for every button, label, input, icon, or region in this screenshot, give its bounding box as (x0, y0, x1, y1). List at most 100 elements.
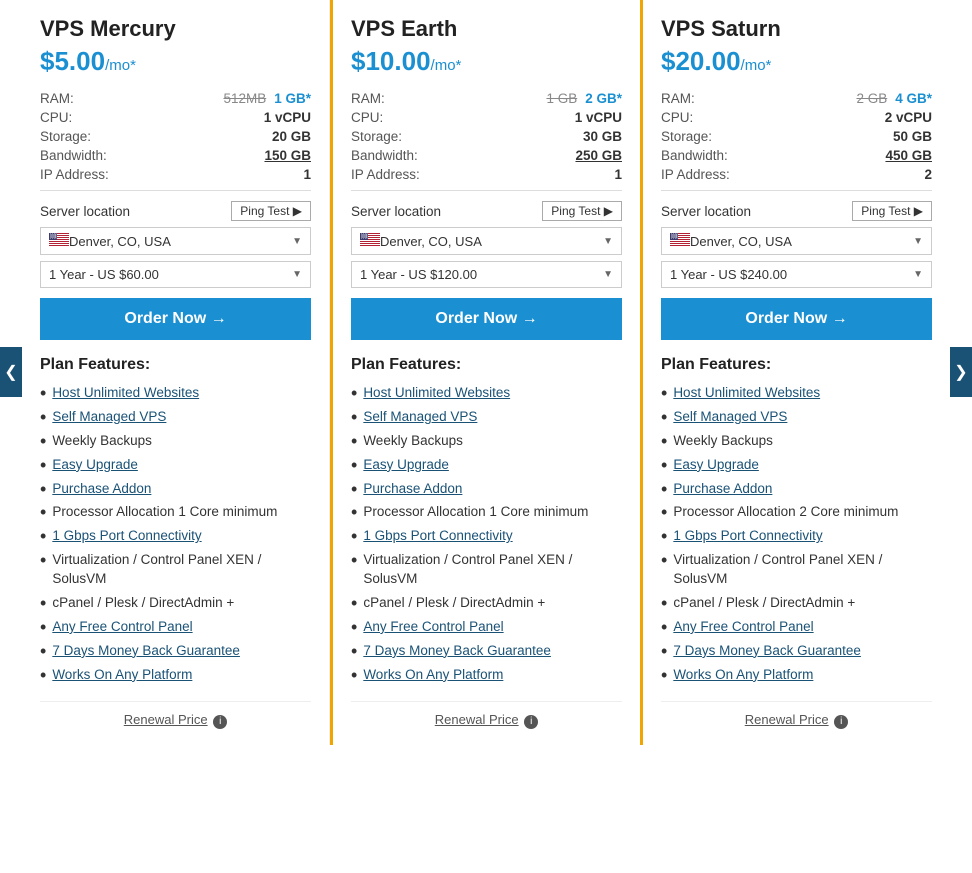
feature-item-mercury-2: • Weekly Backups (40, 432, 311, 451)
spec-label-ip-saturn: IP Address: (661, 167, 730, 182)
spec-ram-new-saturn: 4 GB* (895, 91, 932, 106)
feature-item-mercury-0: • Host Unlimited Websites (40, 384, 311, 403)
spec-value-ip-earth: 1 (614, 167, 622, 182)
feature-bullet-mercury-3: • (40, 456, 46, 474)
order-btn-mercury[interactable]: Order Now → (40, 298, 311, 340)
spec-label-cpu-earth: CPU: (351, 110, 383, 125)
feature-bullet-earth-6: • (351, 527, 357, 545)
feature-bullet-saturn-9: • (661, 618, 667, 636)
feature-link-saturn-10[interactable]: 7 Days Money Back Guarantee (673, 642, 861, 661)
feature-link-earth-10[interactable]: 7 Days Money Back Guarantee (363, 642, 551, 661)
feature-bullet-earth-8: • (351, 594, 357, 612)
feature-text-earth-7: Virtualization / Control Panel XEN / Sol… (363, 551, 622, 589)
feature-link-earth-9[interactable]: Any Free Control Panel (363, 618, 503, 637)
order-btn-earth[interactable]: Order Now → (351, 298, 622, 340)
feature-bullet-mercury-4: • (40, 480, 46, 498)
feature-link-earth-11[interactable]: Works On Any Platform (363, 666, 503, 685)
feature-link-saturn-6[interactable]: 1 Gbps Port Connectivity (673, 527, 822, 546)
spec-label-ip-mercury: IP Address: (40, 167, 109, 182)
ping-test-btn-mercury[interactable]: Ping Test ▶ (231, 201, 311, 221)
feature-item-earth-8: • cPanel / Plesk / DirectAdmin + (351, 594, 622, 613)
feature-item-mercury-3: • Easy Upgrade (40, 456, 311, 475)
spec-label-ip-earth: IP Address: (351, 167, 420, 182)
feature-link-earth-4[interactable]: Purchase Addon (363, 480, 462, 499)
spec-ip-earth: IP Address: 1 (351, 167, 622, 182)
billing-select-mercury[interactable]: 1 Year - US $60.00 ▼ (40, 261, 311, 288)
feature-bullet-mercury-5: • (40, 503, 46, 521)
spec-storage-mercury: Storage: 20 GB (40, 129, 311, 144)
billing-arrow-saturn: ▼ (913, 269, 923, 280)
server-location-label-mercury: Server location (40, 204, 130, 219)
feature-link-saturn-11[interactable]: Works On Any Platform (673, 666, 813, 685)
feature-link-mercury-11[interactable]: Works On Any Platform (52, 666, 192, 685)
feature-link-saturn-0[interactable]: Host Unlimited Websites (673, 384, 820, 403)
renewal-link-earth[interactable]: Renewal Price (435, 712, 519, 727)
feature-text-mercury-5: Processor Allocation 1 Core minimum (52, 503, 277, 522)
feature-text-mercury-7: Virtualization / Control Panel XEN / Sol… (52, 551, 311, 589)
spec-label-ram-earth: RAM: (351, 91, 385, 106)
prev-arrow[interactable]: ❮ (0, 347, 22, 397)
ping-test-btn-earth[interactable]: Ping Test ▶ (542, 201, 622, 221)
feature-item-saturn-4: • Purchase Addon (661, 480, 932, 499)
feature-item-earth-4: • Purchase Addon (351, 480, 622, 499)
location-select-saturn[interactable]: Denver, CO, USA ▼ (661, 227, 932, 255)
renewal-link-saturn[interactable]: Renewal Price (745, 712, 829, 727)
feature-link-mercury-4[interactable]: Purchase Addon (52, 480, 151, 499)
feature-text-saturn-8: cPanel / Plesk / DirectAdmin + (673, 594, 855, 613)
feature-bullet-mercury-8: • (40, 594, 46, 612)
spec-ram-old-mercury: 512MB (223, 91, 266, 106)
billing-select-saturn[interactable]: 1 Year - US $240.00 ▼ (661, 261, 932, 288)
feature-link-earth-6[interactable]: 1 Gbps Port Connectivity (363, 527, 512, 546)
feature-link-mercury-9[interactable]: Any Free Control Panel (52, 618, 192, 637)
order-btn-saturn[interactable]: Order Now → (661, 298, 932, 340)
server-location-row-earth: Server location Ping Test ▶ (351, 201, 622, 221)
feature-item-mercury-5: • Processor Allocation 1 Core minimum (40, 503, 311, 522)
renewal-info-icon-saturn[interactable]: i (834, 715, 848, 729)
spec-label-storage-earth: Storage: (351, 129, 402, 144)
location-select-mercury[interactable]: Denver, CO, USA ▼ (40, 227, 311, 255)
renewal-info-icon-mercury[interactable]: i (213, 715, 227, 729)
feature-text-saturn-2: Weekly Backups (673, 432, 773, 451)
renewal-link-mercury[interactable]: Renewal Price (124, 712, 208, 727)
plan-price-suffix-saturn: /mo* (741, 57, 772, 74)
plan-name-mercury: VPS Mercury (40, 16, 311, 42)
feature-link-earth-1[interactable]: Self Managed VPS (363, 408, 477, 427)
feature-text-saturn-7: Virtualization / Control Panel XEN / Sol… (673, 551, 932, 589)
feature-item-mercury-8: • cPanel / Plesk / DirectAdmin + (40, 594, 311, 613)
feature-link-mercury-10[interactable]: 7 Days Money Back Guarantee (52, 642, 240, 661)
feature-link-earth-3[interactable]: Easy Upgrade (363, 456, 449, 475)
ping-test-btn-saturn[interactable]: Ping Test ▶ (852, 201, 932, 221)
feature-link-mercury-1[interactable]: Self Managed VPS (52, 408, 166, 427)
plan-col-mercury: VPS Mercury $5.00/mo* RAM: 512MB 1 GB* C… (22, 0, 330, 745)
feature-bullet-earth-11: • (351, 666, 357, 684)
feature-link-mercury-0[interactable]: Host Unlimited Websites (52, 384, 199, 403)
spec-value-cpu-saturn: 2 vCPU (885, 110, 932, 125)
feature-bullet-earth-9: • (351, 618, 357, 636)
feature-item-saturn-11: • Works On Any Platform (661, 666, 932, 685)
spec-label-ram-mercury: RAM: (40, 91, 74, 106)
spec-ip-mercury: IP Address: 1 (40, 167, 311, 182)
server-location-row-saturn: Server location Ping Test ▶ (661, 201, 932, 221)
feature-item-saturn-0: • Host Unlimited Websites (661, 384, 932, 403)
spec-label-bandwidth-earth: Bandwidth: (351, 148, 418, 163)
location-select-earth[interactable]: Denver, CO, USA ▼ (351, 227, 622, 255)
feature-link-saturn-4[interactable]: Purchase Addon (673, 480, 772, 499)
feature-link-saturn-9[interactable]: Any Free Control Panel (673, 618, 813, 637)
spec-value-storage-saturn: 50 GB (893, 129, 932, 144)
feature-bullet-saturn-5: • (661, 503, 667, 521)
feature-link-earth-0[interactable]: Host Unlimited Websites (363, 384, 510, 403)
feature-link-mercury-6[interactable]: 1 Gbps Port Connectivity (52, 527, 201, 546)
feature-item-saturn-2: • Weekly Backups (661, 432, 932, 451)
spec-storage-earth: Storage: 30 GB (351, 129, 622, 144)
feature-link-saturn-3[interactable]: Easy Upgrade (673, 456, 759, 475)
feature-item-mercury-7: • Virtualization / Control Panel XEN / S… (40, 551, 311, 589)
next-arrow[interactable]: ❯ (950, 347, 972, 397)
renewal-info-icon-earth[interactable]: i (524, 715, 538, 729)
feature-link-saturn-1[interactable]: Self Managed VPS (673, 408, 787, 427)
feature-text-saturn-5: Processor Allocation 2 Core minimum (673, 503, 898, 522)
features-title-saturn: Plan Features: (661, 356, 932, 374)
feature-item-saturn-7: • Virtualization / Control Panel XEN / S… (661, 551, 932, 589)
billing-select-earth[interactable]: 1 Year - US $120.00 ▼ (351, 261, 622, 288)
spec-value-cpu-earth: 1 vCPU (575, 110, 622, 125)
feature-link-mercury-3[interactable]: Easy Upgrade (52, 456, 138, 475)
